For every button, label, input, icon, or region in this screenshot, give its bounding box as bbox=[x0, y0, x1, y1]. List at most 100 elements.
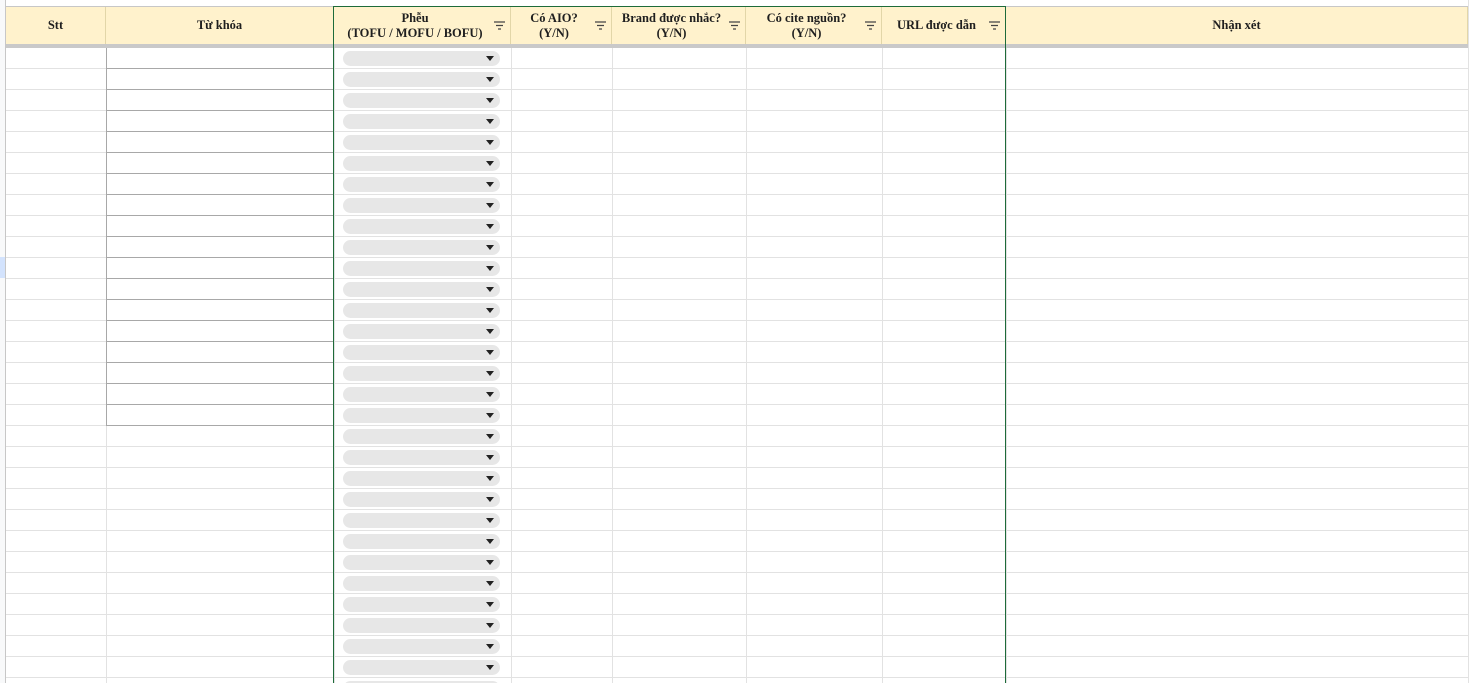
funnel-dropdown-chip[interactable] bbox=[343, 555, 500, 570]
keyword-cell-border bbox=[106, 425, 334, 426]
column-gridline bbox=[612, 48, 613, 683]
dropdown-caret-icon bbox=[486, 350, 494, 355]
funnel-dropdown-chip[interactable] bbox=[343, 324, 500, 339]
funnel-dropdown-chip[interactable] bbox=[343, 303, 500, 318]
keyword-cell-border bbox=[106, 257, 334, 258]
dropdown-caret-icon bbox=[486, 203, 494, 208]
filter-icon[interactable] bbox=[729, 20, 740, 30]
dropdown-caret-icon bbox=[486, 224, 494, 229]
filter-icon[interactable] bbox=[989, 20, 1000, 30]
dropdown-caret-icon bbox=[486, 287, 494, 292]
dropdown-caret-icon bbox=[486, 581, 494, 586]
row-gridline bbox=[6, 530, 1468, 531]
funnel-dropdown-chip[interactable] bbox=[343, 156, 500, 171]
dropdown-caret-icon bbox=[486, 413, 494, 418]
funnel-dropdown-chip[interactable] bbox=[343, 135, 500, 150]
row-gridline bbox=[6, 488, 1468, 489]
funnel-dropdown-chip[interactable] bbox=[343, 219, 500, 234]
header-cite[interactable]: Có cite nguồn? (Y/N) bbox=[746, 7, 882, 44]
funnel-dropdown-chip[interactable] bbox=[343, 282, 500, 297]
keyword-cell-border bbox=[106, 215, 334, 216]
funnel-dropdown-chip[interactable] bbox=[343, 639, 500, 654]
row-gridline bbox=[6, 467, 1468, 468]
header-brand[interactable]: Brand được nhắc? (Y/N) bbox=[612, 7, 746, 44]
dropdown-caret-icon bbox=[486, 665, 494, 670]
selected-row-indicator bbox=[0, 257, 5, 278]
dropdown-caret-icon bbox=[486, 245, 494, 250]
right-column-edge bbox=[1468, 0, 1478, 683]
filter-icon[interactable] bbox=[494, 20, 505, 30]
row-gridline bbox=[6, 446, 1468, 447]
funnel-dropdown-chip[interactable] bbox=[343, 366, 500, 381]
funnel-dropdown-chip[interactable] bbox=[343, 177, 500, 192]
keyword-cell-border bbox=[106, 299, 334, 300]
funnel-dropdown-chip[interactable] bbox=[343, 261, 500, 276]
row-gridline bbox=[6, 593, 1468, 594]
funnel-dropdown-chip[interactable] bbox=[343, 345, 500, 360]
funnel-dropdown-chip[interactable] bbox=[343, 408, 500, 423]
dropdown-caret-icon bbox=[486, 644, 494, 649]
dropdown-caret-icon bbox=[486, 392, 494, 397]
column-gridline bbox=[746, 48, 747, 683]
header-tu-khoa[interactable]: Từ khóa bbox=[106, 7, 334, 44]
row-gridline bbox=[6, 509, 1468, 510]
header-url-label: URL được dẫn bbox=[896, 18, 977, 32]
filter-icon[interactable] bbox=[865, 20, 876, 30]
keyword-cell-border bbox=[106, 278, 334, 279]
keyword-cell-border bbox=[106, 362, 334, 363]
funnel-dropdown-chip[interactable] bbox=[343, 492, 500, 507]
column-gridline bbox=[511, 48, 512, 683]
funnel-dropdown-chip[interactable] bbox=[343, 51, 500, 66]
funnel-dropdown-chip[interactable] bbox=[343, 618, 500, 633]
row-gridline bbox=[6, 551, 1468, 552]
funnel-dropdown-chip[interactable] bbox=[343, 93, 500, 108]
header-nhan-xet-label: Nhận xét bbox=[1212, 18, 1261, 32]
keyword-cell-border bbox=[106, 383, 334, 384]
keyword-cell-border bbox=[106, 194, 334, 195]
keyword-cell-border bbox=[106, 173, 334, 174]
funnel-dropdown-chip[interactable] bbox=[343, 429, 500, 444]
keyword-cell-border bbox=[106, 236, 334, 237]
row-gridline bbox=[6, 635, 1468, 636]
header-url[interactable]: URL được dẫn bbox=[882, 7, 1006, 44]
funnel-dropdown-chip[interactable] bbox=[343, 450, 500, 465]
dropdown-caret-icon bbox=[486, 119, 494, 124]
header-pheu-label: Phễu (TOFU / MOFU / BOFU) bbox=[347, 10, 483, 40]
header-stt[interactable]: Stt bbox=[6, 7, 106, 44]
dropdown-caret-icon bbox=[486, 161, 494, 166]
keyword-cell-border bbox=[106, 68, 334, 69]
funnel-dropdown-chip[interactable] bbox=[343, 660, 500, 675]
dropdown-caret-icon bbox=[486, 182, 494, 187]
dropdown-caret-icon bbox=[486, 539, 494, 544]
dropdown-caret-icon bbox=[486, 56, 494, 61]
funnel-dropdown-chip[interactable] bbox=[343, 513, 500, 528]
dropdown-caret-icon bbox=[486, 455, 494, 460]
keyword-cell-border bbox=[106, 341, 334, 342]
dropdown-caret-icon bbox=[486, 140, 494, 145]
keyword-input-range[interactable] bbox=[106, 48, 334, 426]
funnel-dropdown-chip[interactable] bbox=[343, 471, 500, 486]
header-nhan-xet[interactable]: Nhận xét bbox=[1006, 7, 1468, 44]
keyword-cell-border bbox=[106, 110, 334, 111]
header-co-aio[interactable]: Có AIO? (Y/N) bbox=[511, 7, 612, 44]
funnel-dropdown-chip[interactable] bbox=[343, 198, 500, 213]
dropdown-caret-icon bbox=[486, 560, 494, 565]
cell-grid[interactable] bbox=[6, 48, 1468, 683]
funnel-dropdown-chip[interactable] bbox=[343, 240, 500, 255]
funnel-dropdown-chip[interactable] bbox=[343, 114, 500, 129]
spreadsheet-grid[interactable]: Stt Từ khóa Phễu (TOFU / MOFU / BOFU) Có… bbox=[0, 0, 1478, 683]
dropdown-caret-icon bbox=[486, 329, 494, 334]
header-pheu[interactable]: Phễu (TOFU / MOFU / BOFU) bbox=[334, 7, 511, 44]
funnel-dropdown-chip[interactable] bbox=[343, 534, 500, 549]
funnel-dropdown-chip[interactable] bbox=[343, 72, 500, 87]
dropdown-caret-icon bbox=[486, 518, 494, 523]
funnel-dropdown-chip[interactable] bbox=[343, 597, 500, 612]
funnel-dropdown-chip[interactable] bbox=[343, 387, 500, 402]
keyword-cell-border bbox=[106, 320, 334, 321]
funnel-dropdown-chip[interactable] bbox=[343, 576, 500, 591]
filter-icon[interactable] bbox=[595, 20, 606, 30]
keyword-cell-border bbox=[106, 89, 334, 90]
dropdown-caret-icon bbox=[486, 308, 494, 313]
dropdown-caret-icon bbox=[486, 98, 494, 103]
dropdown-caret-icon bbox=[486, 434, 494, 439]
